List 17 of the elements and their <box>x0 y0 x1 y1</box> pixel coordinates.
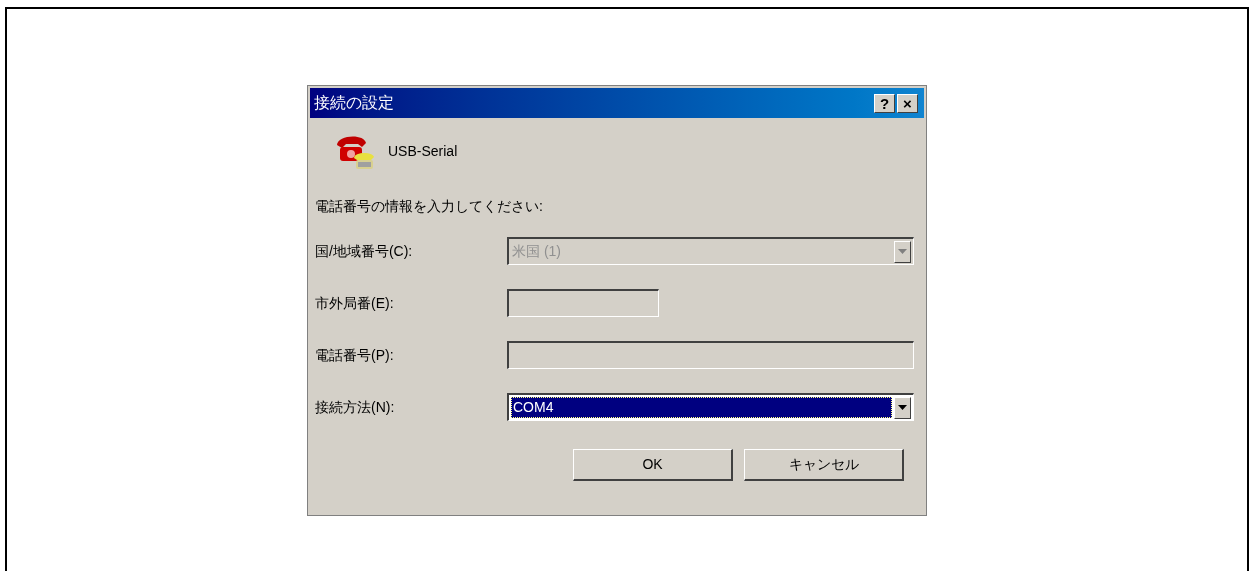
ok-button[interactable]: OK <box>573 449 733 481</box>
field-label: 国/地域番号(C): <box>315 241 414 261</box>
prompt-text: 電話番号の情報を入力してください: <box>315 197 544 216</box>
field-label: 市外局番(E): <box>315 293 395 313</box>
cancel-button[interactable]: キャンセル <box>744 449 904 481</box>
dropdown-button[interactable] <box>894 396 911 419</box>
caret-icon <box>898 249 907 254</box>
dropdown-field[interactable]: COM4 <box>507 393 914 421</box>
close-button[interactable]: × <box>897 93 918 113</box>
field-label: 電話番号(P): <box>315 345 395 365</box>
caret-icon <box>898 405 907 410</box>
selected-value: COM4 <box>511 397 892 418</box>
selected-value: 米国 (1) <box>511 242 562 261</box>
device-name: USB-Serial <box>388 141 458 161</box>
window-title: 接続の設定 <box>314 93 395 113</box>
help-button[interactable]: ? <box>874 93 895 113</box>
field-label: 接続方法(N): <box>315 397 396 417</box>
